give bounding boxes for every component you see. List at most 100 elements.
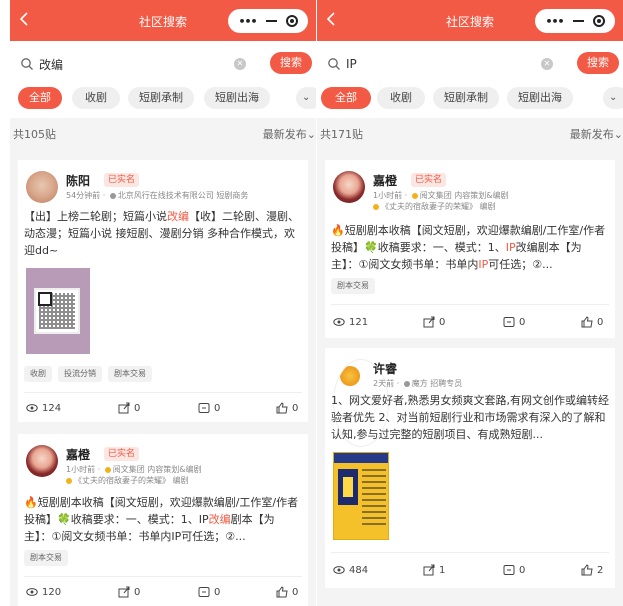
post-body[interactable]: 🔥短剧剧本收稿【阅文短剧，欢迎爆款编剧/工作室/作者投稿】🍀收稿要求：一、模式：… [331, 222, 609, 273]
search-row: 改编 ✕ 搜索 [10, 41, 316, 85]
post-stats: 121 0 0 0 [325, 316, 615, 336]
comment-button[interactable]: 0 [198, 586, 220, 598]
comment-icon [198, 403, 210, 413]
share-button[interactable]: 0 [118, 402, 140, 414]
work-icon [66, 477, 72, 484]
tag[interactable]: 收剧 [24, 366, 52, 382]
user-name[interactable]: 陈阳 [66, 172, 90, 189]
comment-icon [198, 587, 210, 597]
thumbs-up-icon [581, 316, 593, 328]
divider [24, 576, 302, 577]
post-body[interactable]: 【出】上榜二轮剧；短篇小说改编【收】二轮剧、漫剧、动态漫；短篇小说 接短剧、漫剧… [24, 208, 302, 259]
post-meta: 2天前 · 魔方 招聘专员 [373, 378, 462, 389]
post-card[interactable]: 许睿 2天前 · 魔方 招聘专员 1、网文爱好者,熟悉男女频爽文套路,有网文创作… [325, 348, 615, 588]
category-tabs: 全部 收剧 短剧承制 短剧出海 ⌄ [10, 85, 316, 118]
search-input[interactable]: IP ✕ [321, 53, 557, 75]
eye-icon [333, 566, 345, 574]
post-body[interactable]: 1、网文爱好者,熟悉男女频爽文套路,有网文创作或编转经验者优先 2、对当前短剧行… [331, 392, 609, 443]
avatar[interactable] [333, 171, 365, 203]
user-name[interactable]: 嘉橙 [373, 172, 397, 189]
tab-chuhai[interactable]: 短剧出海 [507, 87, 573, 109]
like-button[interactable]: 0 [581, 316, 603, 328]
top-bar: 社区搜索 ••• [10, 0, 316, 41]
work-credit: 《丈夫的宿敌妻子的荣耀》 编剧 [66, 475, 189, 486]
user-name[interactable]: 嘉橙 [66, 446, 90, 463]
post-meta: 1小时前 · 阅文集团 内容策划&编剧 [66, 464, 202, 475]
like-button[interactable]: 2 [581, 564, 603, 576]
like-button[interactable]: 0 [276, 402, 298, 414]
post-card[interactable]: 嘉橙 已实名 1小时前 · 阅文集团 内容策划&编剧 《丈夫的宿敌妻子的荣耀》 … [18, 434, 308, 606]
tab-all[interactable]: 全部 [18, 87, 62, 109]
divider [331, 304, 609, 305]
tab-all[interactable]: 全部 [321, 87, 371, 109]
search-button[interactable]: 搜索 [577, 52, 619, 74]
post-stats: 484 1 0 2 [325, 564, 615, 584]
verified-badge: 已实名 [104, 173, 140, 187]
minimize-icon[interactable] [572, 20, 584, 22]
tab-shouju[interactable]: 收剧 [377, 87, 425, 109]
post-image-poster[interactable] [333, 452, 389, 540]
search-screen-right: 社区搜索 ••• IP ✕ 搜索 全部 收剧 短剧承制 短剧出海 ⌄ 共171贴… [317, 0, 623, 606]
user-name[interactable]: 许睿 [373, 360, 397, 377]
close-circle-icon[interactable] [592, 15, 605, 27]
comment-icon [503, 565, 515, 575]
result-count: 共105贴 [13, 128, 56, 141]
search-icon [21, 58, 33, 70]
share-button[interactable]: 0 [118, 586, 140, 598]
tab-chengzhi[interactable]: 短剧承制 [128, 87, 194, 109]
sort-dropdown[interactable]: 最新发布⌄ [263, 126, 316, 142]
more-dots-icon[interactable]: ••• [238, 15, 257, 28]
tag[interactable]: 投流分销 [58, 366, 102, 382]
close-circle-icon[interactable] [285, 15, 298, 27]
search-button[interactable]: 搜索 [270, 52, 312, 74]
verified-badge: 已实名 [104, 447, 140, 461]
result-summary: 共105贴 最新发布⌄ [10, 118, 316, 147]
tab-chuhai[interactable]: 短剧出海 [204, 87, 270, 109]
sort-dropdown[interactable]: 最新发布⌄ [570, 126, 623, 142]
result-count: 共171贴 [320, 128, 363, 141]
divider [331, 552, 609, 553]
post-meta: 54分钟前 · 北京风行在线技术有限公司 短剧商务 [66, 190, 248, 201]
minimize-icon[interactable] [265, 20, 277, 22]
share-icon [118, 586, 130, 598]
share-button[interactable]: 1 [423, 564, 445, 576]
post-body[interactable]: 🔥短剧剧本收稿【阅文短剧，欢迎爆款编剧/工作室/作者投稿】🍀收稿要求：一、模式：… [24, 494, 302, 545]
post-time: 1小时前 · [373, 191, 410, 200]
post-time: 1小时前 · [66, 465, 103, 474]
thumbs-up-icon [276, 586, 288, 598]
chevron-down-icon: ⌄ [613, 128, 623, 141]
chevron-down-icon: ⌄ [306, 128, 316, 141]
comment-button[interactable]: 0 [503, 316, 525, 328]
work-credit: 《丈夫的宿敌妻子的荣耀》 编剧 [373, 201, 496, 212]
tab-shouju[interactable]: 收剧 [72, 87, 120, 109]
search-query-text: 改编 [39, 57, 64, 72]
tag[interactable]: 剧本交易 [24, 550, 68, 566]
search-input[interactable]: 改编 ✕ [14, 53, 250, 75]
clear-icon[interactable]: ✕ [541, 58, 553, 70]
tag[interactable]: 剧本交易 [331, 278, 375, 294]
tag[interactable]: 剧本交易 [108, 366, 152, 382]
post-card[interactable]: 嘉橙 已实名 1小时前 · 阅文集团 内容策划&编剧 《丈夫的宿敌妻子的荣耀》 … [325, 160, 615, 338]
company-text: 阅文集团 内容策划&编剧 [419, 191, 509, 200]
like-button[interactable]: 0 [276, 586, 298, 598]
post-card[interactable]: 陈阳 已实名 54分钟前 · 北京风行在线技术有限公司 短剧商务 【出】上榜二轮… [18, 160, 308, 422]
result-summary: 共171贴 最新发布⌄ [317, 118, 623, 147]
back-arrow-icon[interactable] [18, 12, 30, 26]
chevron-down-icon[interactable]: ⌄ [296, 87, 316, 109]
chevron-down-icon[interactable]: ⌄ [603, 87, 623, 109]
avatar[interactable] [26, 445, 58, 477]
tab-chengzhi[interactable]: 短剧承制 [433, 87, 499, 109]
comment-button[interactable]: 0 [503, 564, 525, 576]
avatar[interactable] [26, 171, 58, 203]
back-arrow-icon[interactable] [325, 12, 337, 26]
post-image-qrcode[interactable] [26, 268, 90, 354]
company-icon [104, 466, 111, 473]
views-stat: 124 [26, 402, 61, 414]
share-button[interactable]: 0 [423, 316, 445, 328]
share-icon [423, 564, 435, 576]
clear-icon[interactable]: ✕ [234, 58, 246, 70]
thumbs-up-icon [581, 564, 593, 576]
comment-button[interactable]: 0 [198, 402, 220, 414]
more-dots-icon[interactable]: ••• [545, 15, 564, 28]
search-icon [328, 58, 340, 70]
